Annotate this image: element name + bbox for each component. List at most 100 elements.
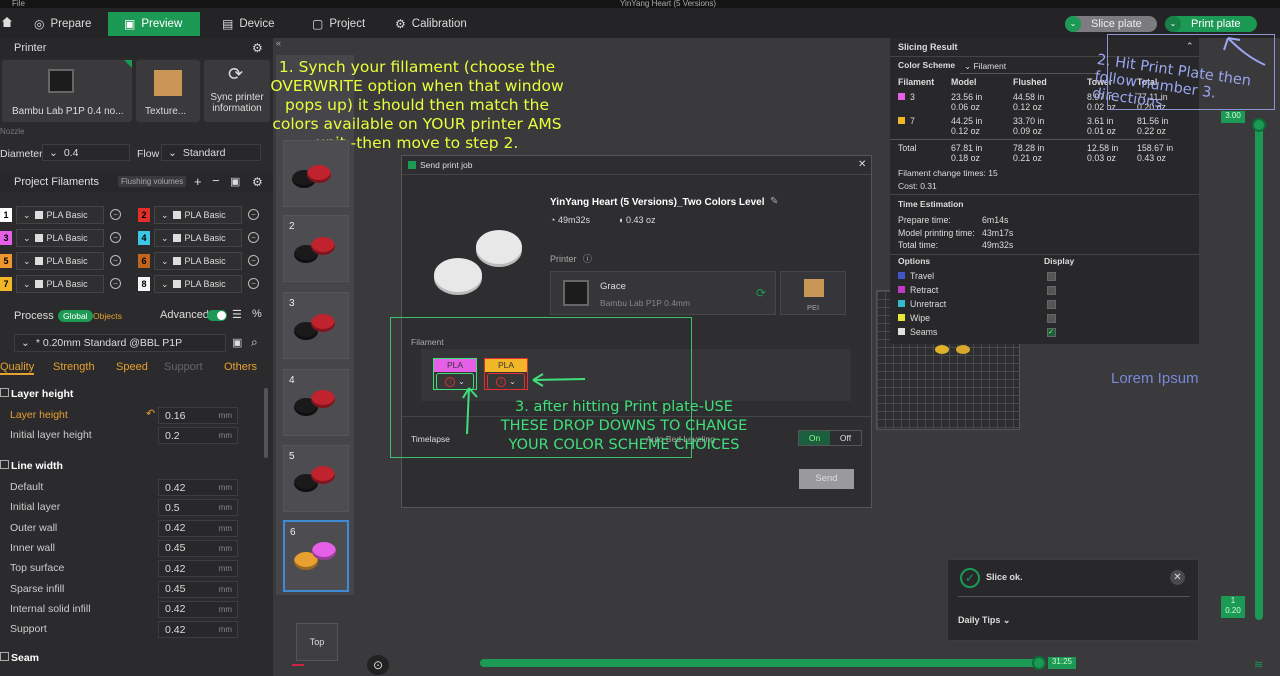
setting-unit: mm (218, 604, 232, 614)
remove-circle-icon[interactable]: − (110, 232, 121, 243)
remove-circle-icon[interactable]: − (110, 255, 121, 266)
setting-input[interactable]: 0.16 mm (158, 407, 238, 424)
toggle-on[interactable]: On (799, 431, 830, 445)
close-icon[interactable]: ✕ (858, 159, 866, 170)
slice-toast: ✓ Slice ok. ✕ Daily Tips ⌄ (947, 559, 1199, 641)
cell-tower: 12.58 in (1087, 143, 1119, 153)
filament-select[interactable]: ⌄ PLA Basic (16, 206, 104, 224)
display-checkbox[interactable]: ✓ (1047, 328, 1056, 337)
flow-value: Standard (182, 146, 226, 159)
global-toggle[interactable]: Global (58, 310, 93, 322)
remove-circle-icon[interactable]: − (248, 278, 259, 289)
remove-circle-icon[interactable]: − (248, 255, 259, 266)
selected-corner (124, 60, 132, 68)
search-icon[interactable]: ⌕ (251, 335, 258, 350)
help-icon[interactable]: ⓘ (583, 252, 592, 265)
sync-ams-icon[interactable]: ▣ (230, 175, 240, 188)
slice-plate-button[interactable]: ⌄ Slice plate (1065, 16, 1157, 32)
setting-row: Default 0.42 mm (0, 479, 265, 497)
printer-card[interactable]: Bambu Lab P1P 0.4 no... (2, 60, 132, 122)
flushing-volumes-button[interactable]: Flushing volumes (118, 176, 187, 187)
refresh-icon[interactable]: ⟳ (756, 286, 766, 300)
sync-printer-button[interactable]: ⟳ Sync printer information (204, 60, 270, 122)
setting-input[interactable]: 0.2 mm (158, 427, 238, 445)
time-estimation-title: Time Estimation (898, 199, 964, 209)
setting-input[interactable]: 0.42 mm (158, 560, 238, 578)
tab-speed[interactable]: Speed (116, 361, 148, 373)
print-time-value: 49m32s (557, 215, 590, 225)
setting-input[interactable]: 0.42 mm (158, 479, 238, 496)
tab-prepare[interactable]: ◎ Prepare (34, 12, 104, 36)
color-scheme-select[interactable]: ⌄ Filament (960, 60, 1100, 74)
send-button[interactable]: Send (799, 469, 854, 489)
tab-project[interactable]: ▢ Project (312, 12, 382, 36)
remove-circle-icon[interactable]: − (110, 278, 121, 289)
move-slider[interactable] (480, 659, 1040, 667)
add-icon[interactable]: + (194, 174, 202, 189)
setting-input[interactable]: 0.42 mm (158, 621, 238, 639)
setting-input[interactable]: 0.45 mm (158, 580, 238, 598)
layers-icon[interactable]: ≋ (1254, 658, 1263, 671)
setting-input[interactable]: 0.5 mm (158, 499, 238, 517)
display-checkbox[interactable] (1047, 272, 1056, 281)
filament-select[interactable]: ⌄ PLA Basic (154, 229, 242, 247)
filament-select[interactable]: ⌄ PLA Basic (16, 275, 104, 293)
setting-label: Initial layer height (10, 429, 92, 442)
objects-toggle[interactable]: Objects (93, 311, 122, 321)
percent-icon[interactable]: % (252, 308, 262, 320)
filament-select[interactable]: ⌄ PLA Basic (16, 252, 104, 270)
tab-calibration[interactable]: ⚙ Calibration (395, 12, 485, 36)
auto-bed-toggle[interactable]: On Off (798, 430, 862, 446)
display-checkbox[interactable] (1047, 314, 1056, 323)
save-icon[interactable]: ▣ (232, 336, 242, 349)
layer-slider[interactable] (1255, 120, 1263, 620)
file-menu[interactable]: File (12, 0, 25, 8)
collapse-sidebar-icon[interactable]: « (276, 38, 281, 48)
camera-icon[interactable]: ⊙ (367, 655, 389, 675)
display-checkbox[interactable] (1047, 286, 1056, 295)
display-checkbox[interactable] (1047, 300, 1056, 309)
daily-tips[interactable]: Daily Tips ⌄ (958, 615, 1010, 626)
cell-flushed: 33.70 in (1013, 116, 1045, 126)
setting-input[interactable]: 0.42 mm (158, 600, 238, 618)
plate-type-card[interactable]: Texture... (136, 60, 200, 122)
process-preset-select[interactable]: ⌄ * 0.20mm Standard @BBL P1P (14, 334, 226, 352)
filament-icon (34, 211, 43, 219)
remove-circle-icon[interactable]: − (248, 209, 259, 220)
tab-device[interactable]: ▤ Device (222, 12, 292, 36)
tab-others[interactable]: Others (224, 361, 257, 373)
flow-select[interactable]: ⌄ Standard (161, 144, 261, 161)
filament-select[interactable]: ⌄ PLA Basic (154, 206, 242, 224)
tab-quality[interactable]: Quality (0, 361, 35, 375)
tab-strength[interactable]: Strength (53, 361, 95, 373)
remove-circle-icon[interactable]: − (110, 209, 121, 220)
move-slider-handle[interactable] (1032, 656, 1046, 670)
setting-input[interactable]: 0.45 mm (158, 539, 238, 557)
close-icon[interactable]: ✕ (1170, 570, 1185, 585)
gear-icon[interactable]: ⚙ (252, 175, 263, 189)
cell-flushed: 78.28 in (1013, 143, 1045, 153)
setting-row: Initial layer 0.5 mm (0, 499, 265, 517)
diameter-select[interactable]: ⌄ 0.4 (42, 144, 130, 161)
tab-preview[interactable]: ▣ Preview (108, 12, 200, 36)
advanced-toggle[interactable] (207, 310, 227, 321)
filament-select[interactable]: ⌄ PLA Basic (16, 229, 104, 247)
section-label: Seam (11, 652, 40, 664)
list-icon[interactable]: ☰ (232, 308, 242, 321)
setting-label: Top surface (10, 562, 65, 575)
printer-selector[interactable]: Grace Bambu Lab P1P 0.4mm ⟳ (550, 271, 776, 315)
filament-select[interactable]: ⌄ PLA Basic (154, 252, 242, 270)
gear-icon[interactable]: ⚙ (252, 41, 263, 55)
remove-circle-icon[interactable]: − (248, 232, 259, 243)
reset-icon[interactable]: ↶ (146, 407, 155, 420)
toggle-off[interactable]: Off (830, 431, 861, 445)
plate-name: PEI (806, 303, 820, 312)
setting-input[interactable]: 0.42 mm (158, 519, 238, 537)
tab-support[interactable]: Support (164, 361, 203, 373)
home-icon[interactable] (2, 17, 12, 27)
edit-icon[interactable]: ✎ (770, 196, 778, 207)
remove-icon[interactable]: − (212, 173, 220, 188)
view-cube[interactable]: Top (296, 623, 338, 661)
filament-select[interactable]: ⌄ PLA Basic (154, 275, 242, 293)
layer-slider-top-handle[interactable] (1252, 118, 1266, 132)
